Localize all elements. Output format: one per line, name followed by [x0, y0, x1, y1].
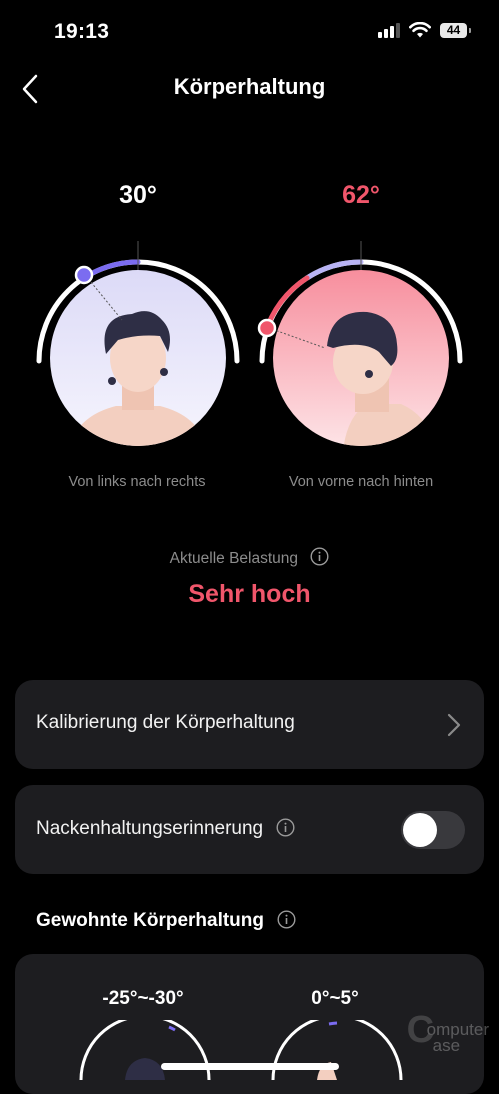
calibration-card[interactable]: Kalibrierung der Körperhaltung: [15, 680, 484, 769]
status-icons: 44: [378, 22, 471, 38]
toggle-knob: [403, 813, 437, 847]
habitual-side-gauge: [79, 1020, 211, 1080]
side-tilt-angle: 30°: [119, 181, 157, 209]
info-icon[interactable]: [277, 910, 296, 929]
home-indicator[interactable]: [161, 1063, 339, 1070]
side-tilt-label: Von links nach rechts: [68, 474, 206, 490]
wifi-icon: [409, 22, 431, 38]
current-load-label: Aktuelle Belastung: [169, 550, 299, 567]
side-tilt-gauge: [36, 241, 240, 446]
neck-reminder-row: Nackenhaltungserinnerung: [36, 818, 295, 840]
habitual-forward-range: 0°~5°: [311, 988, 359, 1009]
forward-tilt-label: Von vorne nach hinten: [288, 474, 434, 490]
cellular-signal-icon: [378, 22, 400, 38]
habitual-side-range: -25°~-30°: [102, 988, 184, 1009]
forward-tilt-angle: 62°: [342, 181, 380, 209]
neck-reminder-label: Nackenhaltungserinnerung: [36, 818, 264, 839]
neck-reminder-card: Nackenhaltungserinnerung: [15, 785, 484, 874]
habitual-forward-gauge: [271, 1020, 403, 1080]
current-load-row: Aktuelle Belastung: [0, 547, 499, 568]
status-time: 19:13: [54, 20, 110, 43]
habitual-posture-heading: Gewohnte Körperhaltung: [36, 910, 296, 932]
watermark-logo: C omputer ase: [406, 1009, 489, 1055]
current-load-value: Sehr hoch: [188, 580, 311, 608]
info-icon[interactable]: [276, 818, 295, 837]
neck-reminder-toggle[interactable]: [401, 811, 465, 849]
calibration-label: Kalibrierung der Körperhaltung: [36, 712, 295, 733]
chevron-right-icon: [447, 713, 461, 737]
forward-tilt-gauge: [257, 241, 463, 446]
battery-icon: 44: [440, 22, 471, 38]
habitual-posture-title: Gewohnte Körperhaltung: [36, 910, 264, 931]
page-title: Körperhaltung: [173, 74, 326, 99]
info-icon[interactable]: [310, 547, 329, 566]
